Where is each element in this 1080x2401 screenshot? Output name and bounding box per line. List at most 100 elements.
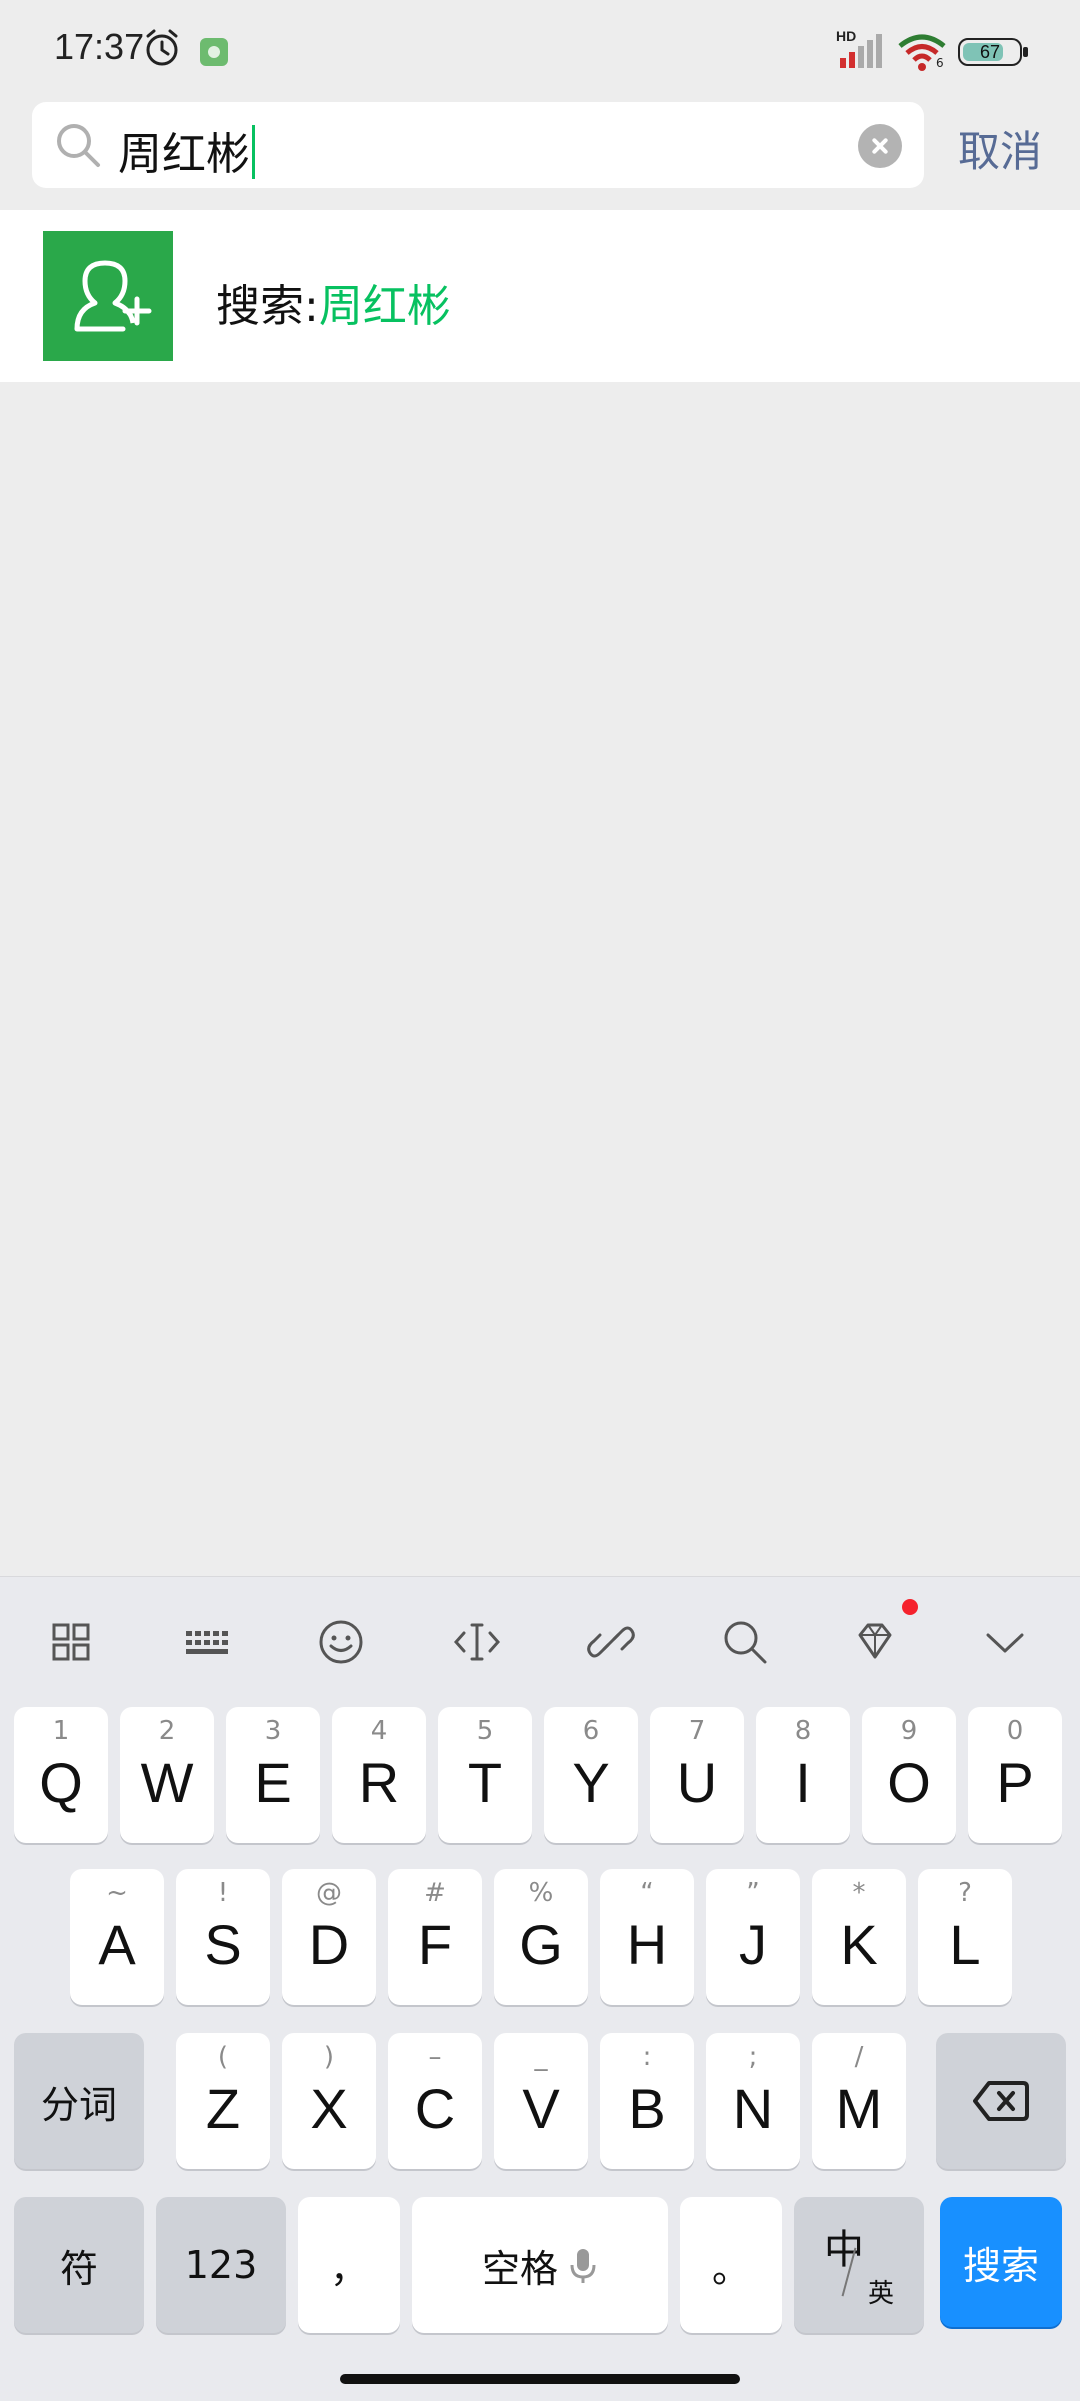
search-icon[interactable] — [720, 1617, 770, 1667]
key-primary-label: I — [795, 1751, 811, 1814]
key-primary-label: U — [676, 1751, 718, 1814]
key-w[interactable]: 2W — [120, 1707, 214, 1843]
link-icon[interactable] — [586, 1617, 636, 1667]
key-primary-label: P — [996, 1751, 1034, 1814]
key-primary-label: R — [358, 1751, 400, 1814]
diamond-icon[interactable] — [850, 1617, 900, 1667]
space-label-text: 空格 — [481, 2246, 558, 2291]
key-n[interactable]: ; N — [706, 2033, 800, 2169]
key-h[interactable]: “H — [600, 1869, 694, 2005]
key-l[interactable]: ? L — [918, 1869, 1012, 2005]
key-t[interactable]: 5T — [438, 1707, 532, 1843]
key-secondary-label: ~ — [106, 1878, 128, 1908]
emoji-icon[interactable] — [316, 1617, 366, 1667]
key-secondary-label: ! — [217, 1878, 229, 1908]
segment-key[interactable]: 分词 — [14, 2033, 144, 2169]
space-key-label: 空格 — [412, 2197, 668, 2333]
key-secondary-label: * — [852, 1878, 866, 1908]
key-d[interactable]: @ D — [282, 1869, 376, 2005]
key-e[interactable]: 3E — [226, 1707, 320, 1843]
key-primary-label: C — [414, 2077, 456, 2140]
space-key[interactable]: 空格 — [412, 2197, 668, 2333]
clear-icon[interactable] — [858, 124, 902, 168]
search-bar[interactable]: 周红彬 — [32, 102, 924, 188]
key-secondary-label: @ — [316, 1878, 342, 1908]
key-secondary-label: 8 — [794, 1716, 812, 1746]
key-secondary-label: _ — [534, 2042, 548, 2072]
key-secondary-label: 9 — [900, 1716, 918, 1746]
key-primary-label: X — [310, 2077, 348, 2140]
key-secondary-label: 2 — [158, 1716, 176, 1746]
language-switch-key[interactable]: 中 英 — [794, 2197, 924, 2333]
key-p[interactable]: 0P — [968, 1707, 1062, 1843]
notification-dot — [902, 1599, 918, 1615]
key-secondary-label: “ — [640, 1878, 654, 1908]
comma-key-label: ， — [329, 2246, 368, 2291]
key-secondary-label: 5 — [476, 1716, 494, 1746]
cursor-icon[interactable] — [452, 1617, 502, 1667]
key-secondary-label: 7 — [688, 1716, 706, 1746]
lang-zh-label: 中 — [824, 2227, 864, 2273]
key-secondary-label: 4 — [370, 1716, 388, 1746]
key-k[interactable]: * K — [812, 1869, 906, 2005]
key-primary-label: V — [522, 2077, 560, 2140]
key-s[interactable]: ! S — [176, 1869, 270, 2005]
period-key[interactable]: 。 — [680, 2197, 782, 2333]
key-c[interactable]: – C — [388, 2033, 482, 2169]
key-j[interactable]: ” J — [706, 1869, 800, 2005]
key-secondary-label: ) — [323, 2042, 335, 2072]
key-secondary-label: ? — [958, 1878, 972, 1908]
key-b[interactable]: :B — [600, 2033, 694, 2169]
period-key-label: 。 — [711, 2246, 750, 2291]
key-primary-label: H — [626, 1913, 668, 1976]
key-r[interactable]: 4R — [332, 1707, 426, 1843]
key-y[interactable]: 6Y — [544, 1707, 638, 1843]
search-result-row[interactable]: 搜索:周红彬 — [0, 210, 1080, 382]
keyboard-icon[interactable] — [182, 1617, 232, 1667]
key-primary-label: Z — [205, 2077, 241, 2140]
add-contact-icon — [43, 231, 173, 361]
search-result-label: 搜索:周红彬 — [216, 270, 451, 334]
number-key[interactable]: 123 — [156, 2197, 286, 2333]
key-x[interactable]: ) X — [282, 2033, 376, 2169]
key-z[interactable]: (Z — [176, 2033, 270, 2169]
search-query: 周红彬 — [118, 129, 250, 180]
key-secondary-label: / — [854, 2042, 864, 2072]
result-prefix: 搜索: — [216, 281, 319, 332]
key-m[interactable]: / M — [812, 2033, 906, 2169]
key-secondary-label: 1 — [52, 1716, 70, 1746]
symbol-key[interactable]: 符 — [14, 2197, 144, 2333]
key-primary-label: S — [204, 1913, 242, 1976]
backspace-icon — [973, 2081, 1029, 2121]
key-g[interactable]: % G — [494, 1869, 588, 2005]
key-f[interactable]: # F — [388, 1869, 482, 2005]
key-primary-label: Q — [39, 1751, 83, 1814]
key-primary-label: M — [835, 2077, 883, 2140]
keyboard-toolbar — [0, 1577, 1080, 1707]
search-input[interactable]: 周红彬 — [118, 118, 255, 182]
key-i[interactable]: 8I — [756, 1707, 850, 1843]
key-primary-label: W — [140, 1751, 194, 1814]
comma-key[interactable]: ， — [298, 2197, 400, 2333]
key-primary-label: O — [887, 1751, 931, 1814]
key-o[interactable]: 9O — [862, 1707, 956, 1843]
key-primary-label: A — [98, 1913, 136, 1976]
search-key[interactable]: 搜索 — [940, 2197, 1062, 2327]
key-secondary-label: ; — [748, 2042, 758, 2072]
key-v[interactable]: _ V — [494, 2033, 588, 2169]
key-primary-label: J — [739, 1913, 767, 1976]
search-key-label: 搜索 — [962, 2243, 1039, 2288]
key-a[interactable]: ~ A — [70, 1869, 164, 2005]
key-q[interactable]: 1Q — [14, 1707, 108, 1843]
ime-keyboard: 1Q2W3E4R5T6Y7U8I9O0P ~ A! S @ D # F% G “H” J * K? L … — [0, 1576, 1080, 2401]
chevron-down-icon[interactable] — [980, 1617, 1030, 1667]
home-indicator[interactable] — [340, 2374, 740, 2384]
key-primary-label: T — [467, 1751, 503, 1814]
cancel-button[interactable]: 取消 — [958, 118, 1042, 179]
microphone-icon — [570, 2249, 596, 2283]
key-primary-label: Y — [572, 1751, 610, 1814]
key-u[interactable]: 7U — [650, 1707, 744, 1843]
grid-icon[interactable] — [46, 1617, 96, 1667]
status-time: 17:37 — [54, 26, 145, 67]
backspace-key[interactable] — [936, 2033, 1066, 2169]
